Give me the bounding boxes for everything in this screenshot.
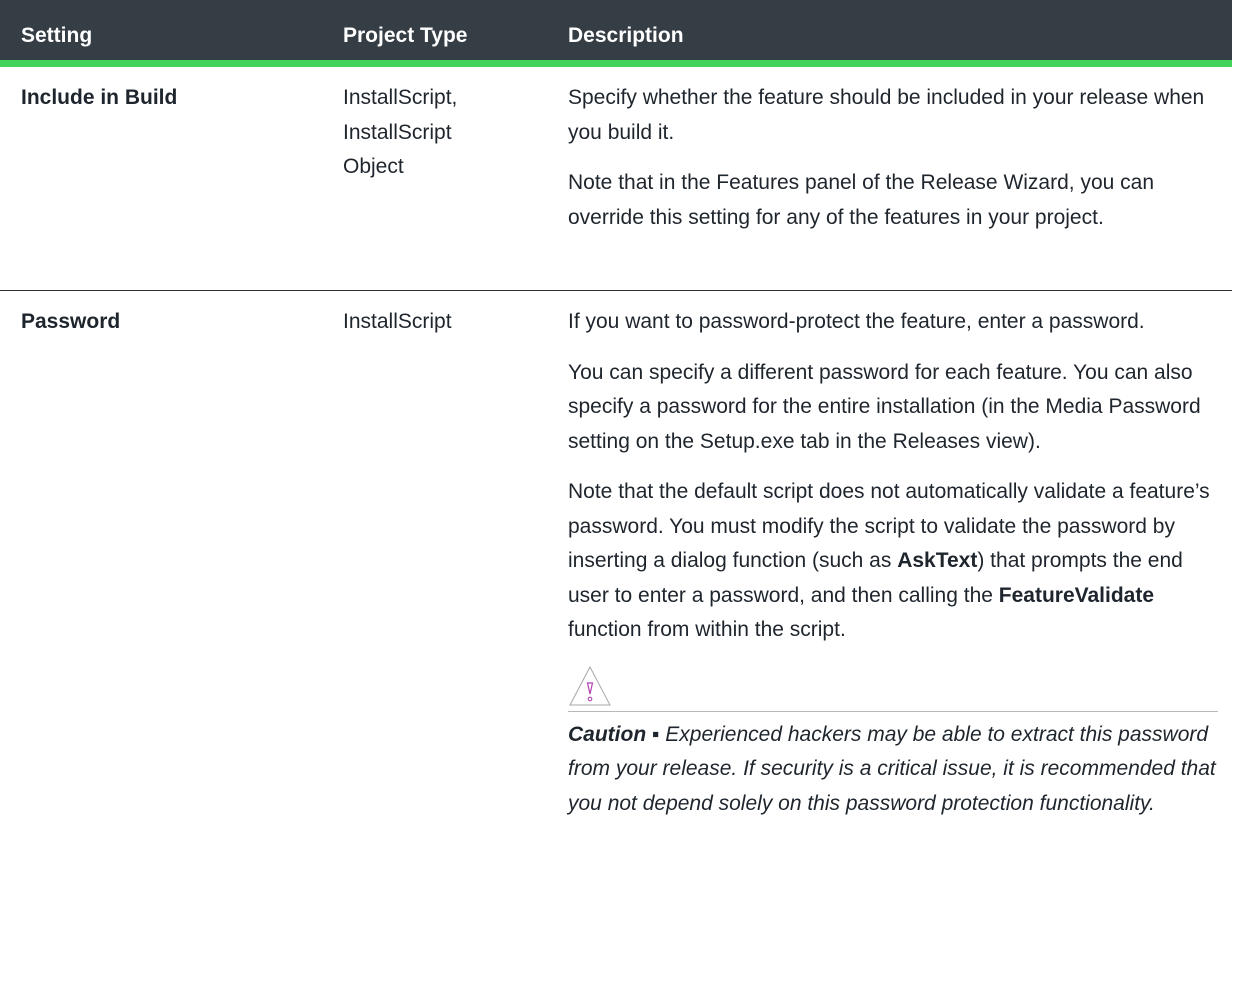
settings-table: Setting Project Type Description Include… xyxy=(0,0,1232,981)
description: If you want to password-protect the feat… xyxy=(568,305,1218,821)
header-project-type: Project Type xyxy=(343,24,468,47)
setting-name: Password xyxy=(21,310,121,333)
table-row-include-in-build: Include in Build InstallScript, InstallS… xyxy=(0,67,1232,291)
project-type-line: InstallScript xyxy=(343,120,452,144)
setting-name: Include in Build xyxy=(21,86,178,109)
description: Specify whether the feature should be in… xyxy=(568,81,1218,235)
caution-block: Caution ▪ Experienced hackers may be abl… xyxy=(568,664,1218,822)
caution-divider xyxy=(568,710,1218,712)
caution-message: Experienced hackers may be able to extra… xyxy=(568,722,1216,815)
description-paragraph: You can specify a different password for… xyxy=(568,360,1201,453)
table-row-password: Password InstallScript If you want to pa… xyxy=(0,291,1232,981)
caution-label: Caution ▪ xyxy=(568,722,660,746)
project-type-line: Object xyxy=(343,155,404,178)
caution-text: Caution ▪ Experienced hackers may be abl… xyxy=(568,718,1218,822)
description-paragraph: If you want to password-protect the feat… xyxy=(568,310,1145,333)
note-paragraph: Note that the default script does not au… xyxy=(568,475,1218,648)
project-type-line: InstallScript xyxy=(343,310,452,333)
function-name-asktext: AskText xyxy=(897,549,978,572)
project-type-line: InstallScript, xyxy=(343,86,458,109)
description-paragraph: Specify whether the feature should be in… xyxy=(568,86,1205,144)
header-description: Description xyxy=(568,24,684,47)
description-paragraph: Note that in the Features panel of the R… xyxy=(568,171,1155,229)
header-setting: Setting xyxy=(21,24,93,47)
caution-triangle-icon xyxy=(569,665,611,705)
project-type: InstallScript xyxy=(343,305,553,340)
note-text: function from within the script. xyxy=(568,618,846,641)
header-accent-bar xyxy=(0,60,1232,67)
project-type: InstallScript, InstallScript Object xyxy=(343,81,553,185)
function-name-featurevalidate: FeatureValidate xyxy=(998,583,1155,607)
table-header: Setting Project Type Description xyxy=(0,0,1232,67)
